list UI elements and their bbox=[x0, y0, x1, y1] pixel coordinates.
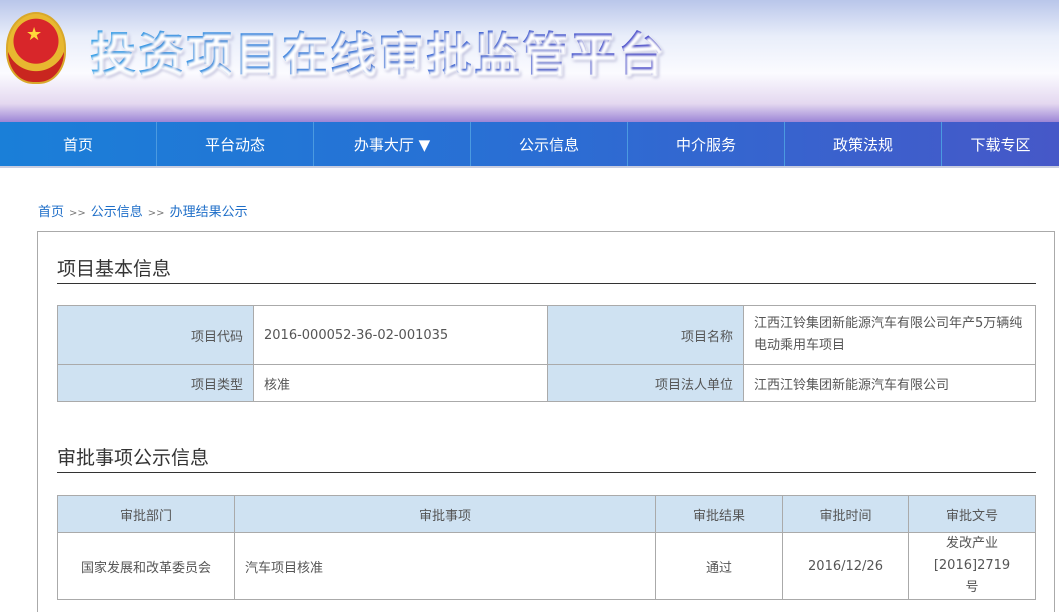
col-header-doc-no: 审批文号 bbox=[909, 496, 1036, 533]
header-banner: ★ 投资项目在线审批监管平台 bbox=[0, 0, 1059, 122]
type-value: 核准 bbox=[254, 365, 548, 402]
col-header-item: 审批事项 bbox=[235, 496, 656, 533]
name-label: 项目名称 bbox=[548, 306, 744, 365]
cell-item: 汽车项目核准 bbox=[235, 533, 656, 600]
code-value: 2016-000052-36-02-001035 bbox=[254, 306, 548, 365]
content-panel: 项目基本信息 项目代码 2016-000052-36-02-001035 项目名… bbox=[37, 231, 1055, 612]
national-emblem-icon: ★ bbox=[6, 12, 66, 84]
unit-label: 项目法人单位 bbox=[548, 365, 744, 402]
nav-downloads[interactable]: 下载专区 bbox=[942, 122, 1059, 166]
cell-result: 通过 bbox=[656, 533, 783, 600]
col-header-department: 审批部门 bbox=[58, 496, 235, 533]
site-title: 投资项目在线审批监管平台 bbox=[90, 18, 666, 84]
col-header-result: 审批结果 bbox=[656, 496, 783, 533]
breadcrumb-public-info[interactable]: 公示信息 bbox=[91, 205, 143, 220]
basic-info-title: 项目基本信息 bbox=[57, 254, 1036, 284]
cell-doc-no: 发改产业[2016]2719号 bbox=[909, 533, 1036, 600]
cell-department: 国家发展和改革委员会 bbox=[58, 533, 235, 600]
approval-info-title: 审批事项公示信息 bbox=[57, 443, 1036, 473]
nav-home[interactable]: 首页 bbox=[0, 122, 157, 166]
basic-info-table: 项目代码 2016-000052-36-02-001035 项目名称 江西江铃集… bbox=[57, 305, 1036, 402]
code-label: 项目代码 bbox=[58, 306, 254, 365]
cell-date: 2016/12/26 bbox=[783, 533, 909, 600]
approval-table: 审批部门 审批事项 审批结果 审批时间 审批文号 国家发展和改革委员会 汽车项目… bbox=[57, 495, 1036, 600]
main-nav: 首页 平台动态 办事大厅 ▼ 公示信息 中介服务 政策法规 下载专区 bbox=[0, 122, 1059, 168]
nav-public-info[interactable]: 公示信息 bbox=[471, 122, 628, 166]
name-value: 江西江铃集团新能源汽车有限公司年产5万辆纯电动乘用车项目 bbox=[744, 306, 1036, 365]
breadcrumb-separator: >> bbox=[69, 208, 86, 219]
breadcrumb-separator: >> bbox=[148, 208, 165, 219]
breadcrumb: 首页 >> 公示信息 >> 办理结果公示 bbox=[38, 201, 248, 220]
breadcrumb-current[interactable]: 办理结果公示 bbox=[170, 205, 248, 220]
nav-policies[interactable]: 政策法规 bbox=[785, 122, 942, 166]
unit-value: 江西江铃集团新能源汽车有限公司 bbox=[744, 365, 1036, 402]
nav-service-hall[interactable]: 办事大厅 ▼ bbox=[314, 122, 471, 166]
type-label: 项目类型 bbox=[58, 365, 254, 402]
breadcrumb-home[interactable]: 首页 bbox=[38, 205, 64, 220]
nav-agency-services[interactable]: 中介服务 bbox=[628, 122, 785, 166]
col-header-date: 审批时间 bbox=[783, 496, 909, 533]
table-row: 国家发展和改革委员会 汽车项目核准 通过 2016/12/26 发改产业[201… bbox=[58, 533, 1036, 600]
nav-platform-news[interactable]: 平台动态 bbox=[157, 122, 314, 166]
